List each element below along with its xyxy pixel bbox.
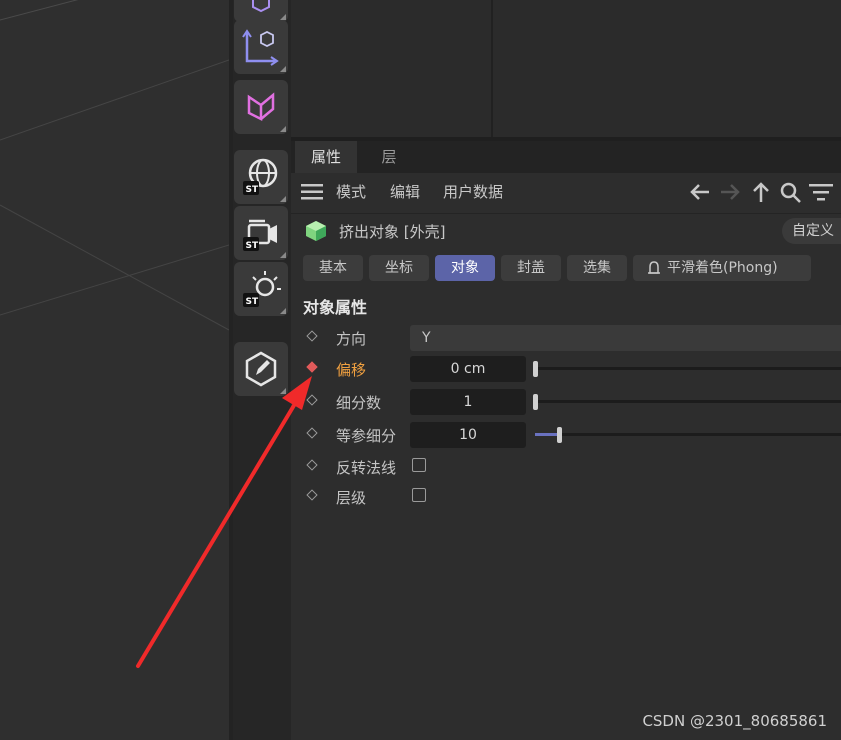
svg-text:ST: ST: [246, 241, 259, 251]
camera-tool-button[interactable]: ST: [234, 206, 288, 260]
filter-icon[interactable]: [809, 184, 833, 202]
property-label: 反转法线: [336, 459, 397, 477]
offset-slider-thumb[interactable]: [533, 361, 538, 377]
offset-input[interactable]: 0 cm: [410, 356, 526, 382]
property-label: 等参细分: [336, 427, 397, 445]
keyframe-diamond-icon[interactable]: [306, 489, 318, 501]
offset-slider-track[interactable]: [535, 367, 841, 370]
sky-tool-button[interactable]: ST: [234, 150, 288, 204]
hamburger-menu-icon[interactable]: [301, 184, 323, 200]
object-header: 挤出对象 [外壳] 自定义: [291, 213, 841, 248]
object-toolbar: ST ST ST: [233, 0, 291, 740]
back-arrow-icon[interactable]: [689, 182, 711, 202]
object-manager-panel: [291, 0, 841, 137]
keyframe-diamond-icon[interactable]: [306, 427, 318, 439]
ptab-coordinates[interactable]: 坐标: [369, 255, 429, 281]
hierarchy-checkbox[interactable]: [412, 488, 426, 502]
direction-dropdown[interactable]: Y: [410, 325, 841, 351]
property-label: 细分数: [336, 394, 382, 412]
attributes-menubar: 模式 编辑 用户数据: [291, 173, 841, 209]
menu-user-data[interactable]: 用户数据: [443, 181, 503, 202]
extrude-object-icon: [306, 221, 326, 241]
property-row-isoparm: 等参细分 10: [291, 420, 841, 450]
watermark: CSDN @2301_80685861: [642, 712, 827, 730]
isoparm-slider-track[interactable]: [535, 433, 841, 436]
section-title: 对象属性: [303, 298, 368, 317]
property-row-flip-normals: 反转法线: [291, 452, 841, 482]
coordinate-axes-icon: [242, 29, 279, 66]
up-arrow-icon[interactable]: [751, 181, 771, 203]
cube-tool-button[interactable]: [234, 0, 288, 22]
3d-viewport[interactable]: [0, 0, 229, 740]
ptab-basic[interactable]: 基本: [303, 255, 363, 281]
isoparm-slider-thumb[interactable]: [557, 427, 562, 443]
keyframe-diamond-icon[interactable]: [306, 394, 318, 406]
panel-divider: [491, 0, 493, 137]
ptab-object[interactable]: 对象: [435, 255, 495, 281]
tab-attributes[interactable]: 属性: [295, 141, 357, 173]
svg-text:ST: ST: [246, 297, 259, 307]
attributes-tabbar: 属性 层: [291, 141, 841, 173]
coordinate-tool-button[interactable]: [234, 20, 288, 74]
edit-tag-icon: [245, 351, 277, 387]
forward-arrow-icon[interactable]: [719, 182, 741, 202]
subdivisions-slider-track[interactable]: [535, 400, 841, 403]
menu-mode[interactable]: 模式: [336, 181, 366, 202]
deformer-tool-button[interactable]: [234, 80, 288, 134]
ptab-phong[interactable]: 平滑着色(Phong): [633, 255, 811, 281]
light-tool-button[interactable]: ST: [234, 262, 288, 316]
menu-edit[interactable]: 编辑: [390, 181, 420, 202]
light-icon: ST: [243, 271, 281, 307]
subdivisions-slider-thumb[interactable]: [533, 394, 538, 410]
attributes-panel: 属性 层 模式 编辑 用户数据 挤出对象 [外壳] 自定义 基本 坐标 对象 封…: [291, 141, 841, 740]
sky-globe-icon: ST: [243, 158, 278, 195]
svg-text:ST: ST: [246, 185, 259, 195]
customize-button[interactable]: 自定义: [782, 218, 841, 244]
bend-deformer-icon: [247, 92, 275, 122]
keyframe-diamond-icon[interactable]: [306, 459, 318, 471]
property-row-subdivisions: 细分数 1: [291, 387, 841, 417]
phong-tag-icon: [648, 261, 660, 274]
object-name: 挤出对象 [外壳]: [339, 223, 446, 241]
property-label: 层级: [336, 489, 367, 507]
search-icon[interactable]: [780, 182, 802, 204]
ptab-caps[interactable]: 封盖: [501, 255, 561, 281]
ptab-phong-label: 平滑着色(Phong): [667, 260, 778, 276]
property-row-direction: 方向 Y: [291, 323, 841, 353]
property-label: 方向: [336, 330, 367, 348]
keyframe-active-diamond-icon[interactable]: [306, 361, 318, 373]
camera-icon: ST: [243, 219, 277, 251]
tab-layers[interactable]: 层: [363, 141, 415, 173]
subdivisions-input[interactable]: 1: [410, 389, 526, 415]
property-label: 偏移: [336, 361, 367, 379]
flip-normals-checkbox[interactable]: [412, 458, 426, 472]
tag-tool-button[interactable]: [234, 342, 288, 396]
isoparm-input[interactable]: 10: [410, 422, 526, 448]
isoparm-slider-fill: [535, 433, 559, 436]
cube-icon: [252, 0, 270, 13]
ptab-selections[interactable]: 选集: [567, 255, 627, 281]
property-row-offset: 偏移 0 cm: [291, 354, 841, 384]
property-row-hierarchy: 层级: [291, 482, 841, 512]
keyframe-diamond-icon[interactable]: [306, 330, 318, 342]
